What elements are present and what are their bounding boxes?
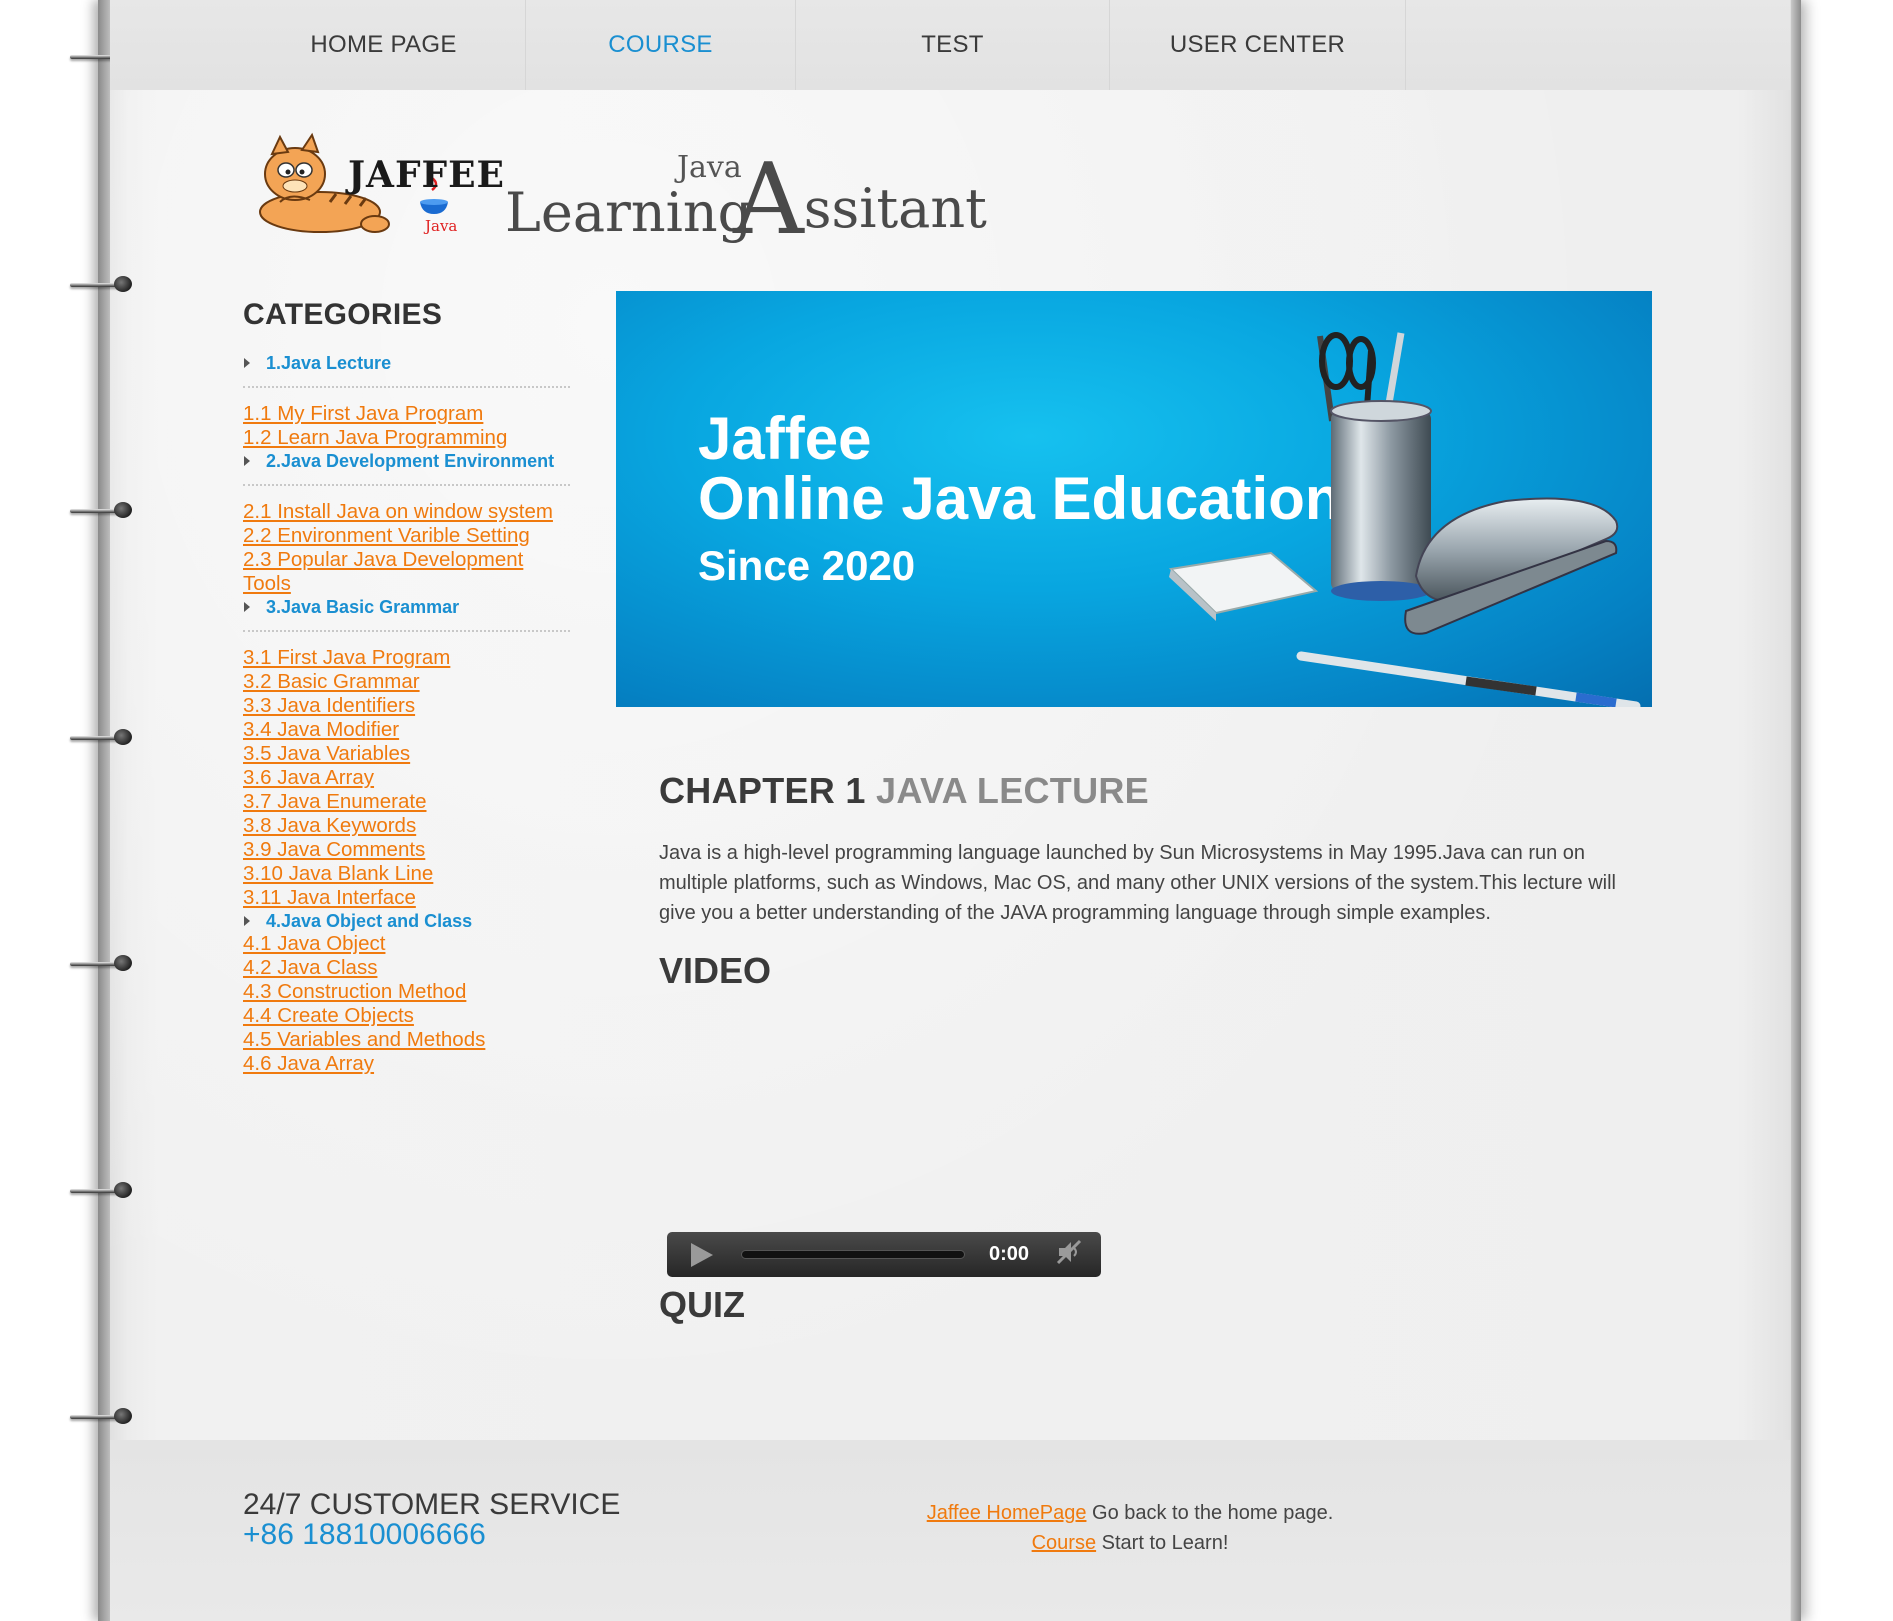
logo-java-text: Java: [425, 217, 458, 235]
homepage-link[interactable]: Jaffee HomePage: [927, 1502, 1087, 1524]
homepage-link-desc: Go back to the home page.: [1086, 1502, 1334, 1524]
lesson-link[interactable]: 2.1 Install Java on window system: [243, 500, 573, 524]
category-4-header[interactable]: 4.Java Object and Class: [243, 910, 573, 932]
lesson-link[interactable]: 1.2 Learn Java Programming: [243, 426, 573, 450]
footer-link-row: Jaffee HomePage Go back to the home page…: [880, 1498, 1380, 1528]
course-link-desc: Start to Learn!: [1096, 1532, 1229, 1554]
spiral-ring: [70, 502, 132, 518]
customer-service-title: 24/7 CUSTOMER SERVICE: [243, 1488, 621, 1521]
spiral-ring: [70, 276, 132, 292]
nav-home-page[interactable]: HOME PAGE: [242, 0, 526, 90]
chapter-label: CHAPTER 1: [659, 770, 866, 811]
spiral-ring: [70, 1182, 132, 1198]
nav-course[interactable]: COURSE: [526, 0, 796, 90]
lesson-link[interactable]: 3.9 Java Comments: [243, 838, 573, 862]
spiral-ring: [70, 1408, 132, 1424]
video-heading: VIDEO: [659, 950, 772, 991]
spiral-ring: [70, 729, 132, 745]
title-rest: ssitant: [803, 177, 987, 240]
categories-heading: CATEGORIES: [243, 298, 443, 331]
nav-user-center[interactable]: USER CENTER: [1110, 0, 1406, 90]
lesson-link[interactable]: 3.11 Java Interface: [243, 886, 573, 910]
divider: [243, 484, 570, 486]
nav-test[interactable]: TEST: [796, 0, 1110, 90]
hero-banner: Jaffee Online Java Education Since 2020: [616, 291, 1652, 707]
category-title: 3.Java Basic Grammar: [266, 596, 460, 617]
footer-links: Jaffee HomePage Go back to the home page…: [880, 1498, 1380, 1558]
categories-sidebar: CATEGORIES 1.Java Lecture 1.1 My First J…: [243, 298, 573, 1076]
course-link[interactable]: Course: [1032, 1532, 1096, 1554]
spiral-ring: [70, 955, 132, 971]
footer-link-row: Course Start to Learn!: [880, 1528, 1380, 1558]
top-nav: HOME PAGE COURSE TEST USER CENTER: [242, 0, 1406, 90]
lesson-link[interactable]: 4.1 Java Object: [243, 932, 573, 956]
logo-brand-text: JAFFEE: [348, 154, 505, 196]
progress-track[interactable]: [741, 1250, 965, 1259]
lesson-link[interactable]: 4.4 Create Objects: [243, 1004, 573, 1028]
audio-player[interactable]: 0:00: [667, 1232, 1101, 1277]
divider: [243, 386, 570, 388]
category-title: 4.Java Object and Class: [266, 910, 473, 931]
caret-right-icon: [244, 602, 250, 612]
chapter-intro: Java is a high-level programming languag…: [659, 842, 1617, 924]
lesson-link[interactable]: 3.3 Java Identifiers: [243, 694, 573, 718]
lesson-link[interactable]: 4.6 Java Array: [243, 1052, 573, 1076]
lesson-link[interactable]: 3.8 Java Keywords: [243, 814, 573, 838]
caret-right-icon: [244, 456, 250, 466]
lesson-link[interactable]: 3.1 First Java Program: [243, 646, 573, 670]
lesson-link[interactable]: 2.3 Popular Java Development Tools: [243, 548, 543, 596]
caret-right-icon: [244, 916, 250, 926]
lesson-link[interactable]: 1.1 My First Java Program: [243, 402, 573, 426]
main-content: CHAPTER 1 JAVA LECTURE Java is a high-le…: [659, 770, 1619, 992]
lesson-link[interactable]: 4.3 Construction Method: [243, 980, 573, 1004]
mute-icon[interactable]: [1055, 1238, 1083, 1271]
lesson-link[interactable]: 3.2 Basic Grammar: [243, 670, 573, 694]
customer-service-phone[interactable]: +86 18810006666: [243, 1518, 486, 1552]
title-learning-word: Learning: [505, 181, 753, 244]
lesson-link[interactable]: 4.5 Variables and Methods: [243, 1028, 573, 1052]
lesson-link[interactable]: 3.10 Java Blank Line: [243, 862, 573, 886]
chapter-title: CHAPTER 1 JAVA LECTURE: [659, 770, 1619, 812]
lesson-link[interactable]: 3.6 Java Array: [243, 766, 573, 790]
category-title: 2.Java Development Environment: [266, 450, 555, 471]
lesson-link[interactable]: 3.7 Java Enumerate: [243, 790, 573, 814]
play-icon[interactable]: [691, 1242, 713, 1267]
divider: [243, 630, 570, 632]
player-time: 0:00: [989, 1243, 1030, 1265]
caret-right-icon: [244, 358, 250, 368]
jaffee-logo[interactable]: JAFFEE Java: [250, 132, 504, 242]
office-supplies-icon: [1168, 332, 1641, 707]
lesson-link[interactable]: 3.5 Java Variables: [243, 742, 573, 766]
chapter-name: JAVA LECTURE: [876, 770, 1149, 811]
quiz-heading: QUIZ: [659, 1284, 745, 1325]
lesson-link[interactable]: 3.4 Java Modifier: [243, 718, 573, 742]
lesson-link[interactable]: 4.2 Java Class: [243, 956, 573, 980]
category-2-header[interactable]: 2.Java Development Environment: [243, 450, 573, 472]
category-3-header[interactable]: 3.Java Basic Grammar: [243, 596, 573, 618]
lesson-link[interactable]: 2.2 Environment Varible Setting: [243, 524, 573, 548]
title-assistant-word: Assitant: [733, 145, 987, 249]
title-big-a: A: [733, 143, 804, 257]
category-title: 1.Java Lecture: [266, 352, 392, 373]
category-1-header[interactable]: 1.Java Lecture: [243, 352, 573, 374]
